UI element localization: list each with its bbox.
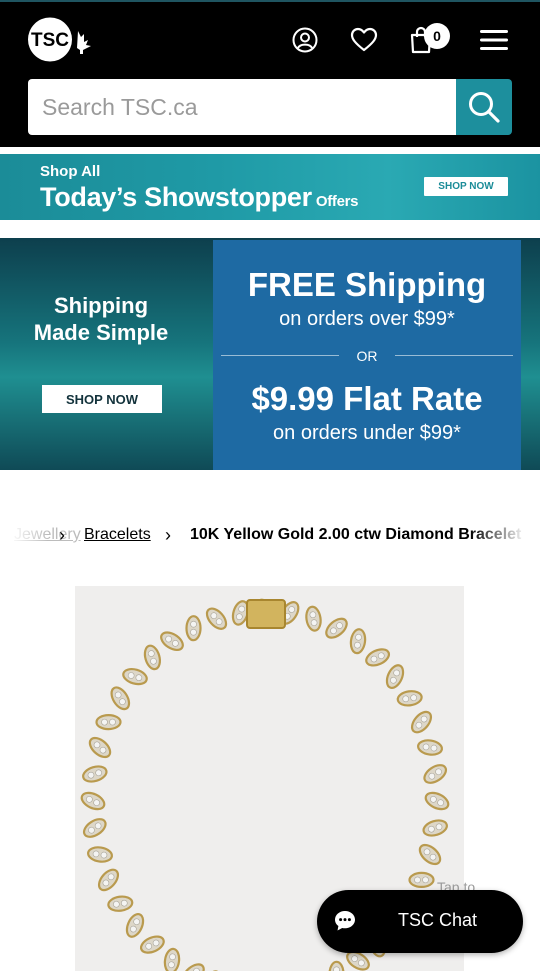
search-button[interactable]: [456, 79, 512, 135]
divider: [395, 355, 513, 356]
menu-button[interactable]: [476, 22, 512, 58]
shipping-shop-now-button[interactable]: SHOP NOW: [42, 385, 162, 413]
flat-rate-condition: on orders under $99*: [273, 422, 461, 444]
menu-icon: [480, 30, 508, 50]
account-button[interactable]: [287, 22, 323, 58]
free-shipping-heading: FREE Shipping: [247, 266, 487, 303]
chevron-right-icon: ›: [165, 525, 171, 545]
breadcrumb-fade-left: [0, 520, 48, 552]
cart-count-badge: 0: [424, 23, 450, 49]
shipping-banner[interactable]: Shipping Made Simple SHOP NOW FREE Shipp…: [0, 238, 540, 470]
shipping-offer-panel: FREE Shipping on orders over $99* OR $9.…: [213, 240, 521, 470]
heart-icon: [350, 27, 378, 52]
banner-headline: Today’s Showstopper Offers: [40, 182, 359, 212]
chat-label: TSC Chat: [398, 910, 478, 930]
or-separator: OR: [356, 348, 378, 364]
showstopper-shop-now-button[interactable]: SHOP NOW: [424, 177, 508, 196]
breadcrumb-link-bracelets[interactable]: Bracelets: [84, 526, 151, 544]
free-shipping-condition: on orders over $99*: [279, 308, 455, 330]
svg-text:TSC: TSC: [31, 30, 69, 51]
shipping-banner-title: Shipping Made Simple: [33, 293, 169, 345]
showstopper-banner[interactable]: Shop All Today’s Showstopper Offers SHOP …: [0, 154, 540, 220]
search-icon: [469, 92, 500, 123]
banner-eyebrow: Shop All: [40, 163, 101, 180]
chevron-right-icon: ›: [59, 525, 65, 545]
wishlist-button[interactable]: [346, 22, 382, 58]
tsc-logo[interactable]: TSC: [28, 17, 94, 62]
tsc-chat-button[interactable]: TSC Chat: [317, 890, 523, 953]
search-input[interactable]: [28, 79, 456, 135]
breadcrumb-fade-right: [470, 520, 540, 552]
breadcrumb: Jewellery › Bracelets › 10K Yellow Gold …: [0, 520, 540, 552]
search-bar: [28, 79, 512, 135]
chat-bubble-icon: [335, 911, 355, 931]
flat-rate-heading: $9.99 Flat Rate: [251, 380, 483, 417]
account-icon: [292, 27, 318, 53]
site-header: TSC 0: [0, 0, 540, 147]
